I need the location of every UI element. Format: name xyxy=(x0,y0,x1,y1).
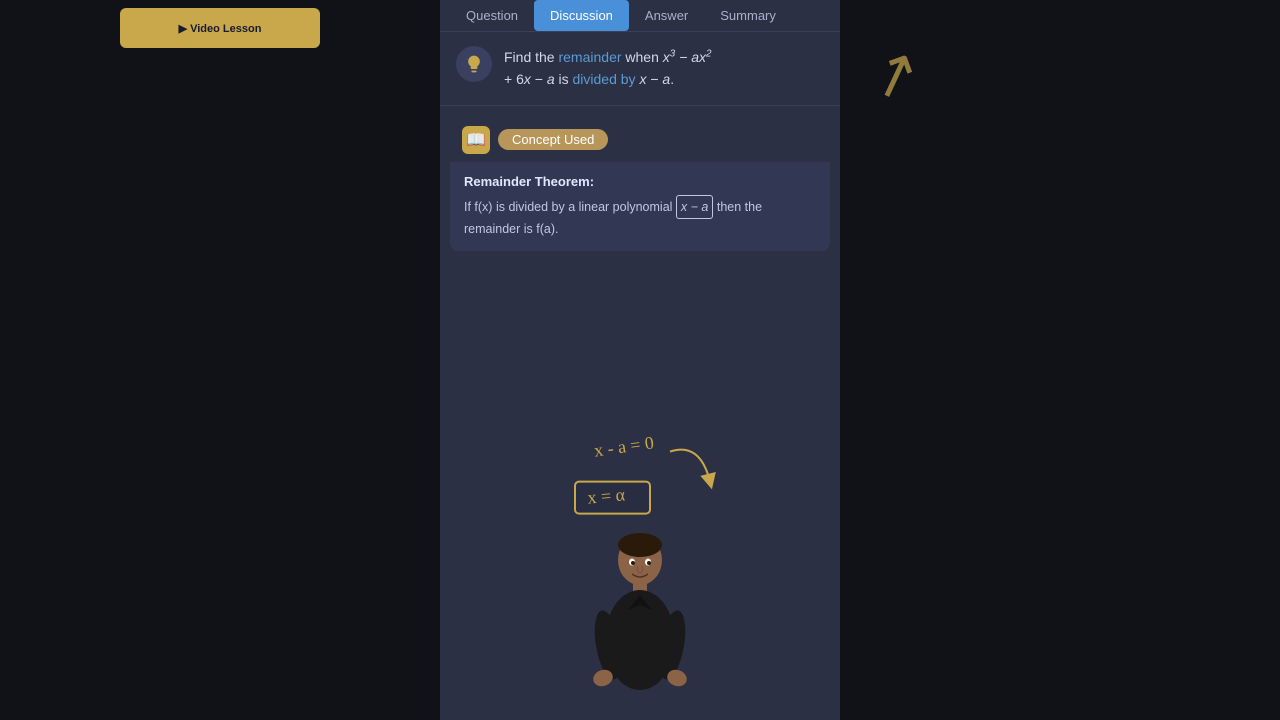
svg-text:x = α: x = α xyxy=(587,484,627,507)
center-panel: Question Discussion Answer Summary Find … xyxy=(440,0,840,720)
concept-section: 📖 Concept Used Remainder Theorem: If f(x… xyxy=(450,118,830,251)
tabs-bar: Question Discussion Answer Summary xyxy=(440,0,840,32)
tab-question[interactable]: Question xyxy=(450,0,534,31)
concept-body: Remainder Theorem: If f(x) is divided by… xyxy=(450,162,830,251)
thumbnail-label: ▶ Video Lesson xyxy=(179,22,262,35)
question-text: Find the remainder when x3 − ax2 + 6x − … xyxy=(504,46,711,91)
presenter-area xyxy=(440,520,840,720)
right-panel: ↗ xyxy=(840,0,1280,720)
arrow-decoration: ↗ xyxy=(860,34,931,117)
tab-discussion[interactable]: Discussion xyxy=(534,0,629,31)
tab-answer[interactable]: Answer xyxy=(629,0,704,31)
thumbnail: ▶ Video Lesson xyxy=(120,8,320,48)
presenter-figure xyxy=(570,530,710,720)
lightbulb-icon xyxy=(464,54,484,74)
question-area: Find the remainder when x3 − ax2 + 6x − … xyxy=(440,32,840,106)
left-panel: ▶ Video Lesson xyxy=(0,0,440,720)
tab-summary[interactable]: Summary xyxy=(704,0,792,31)
theorem-text: If f(x) is divided by a linear polynomia… xyxy=(464,195,816,239)
concept-title: Concept Used xyxy=(498,129,608,150)
concept-header: 📖 Concept Used xyxy=(450,118,830,162)
svg-text:x - a = 0: x - a = 0 xyxy=(593,432,655,460)
theorem-title: Remainder Theorem: xyxy=(464,174,816,189)
book-icon: 📖 xyxy=(462,126,490,154)
question-icon xyxy=(456,46,492,82)
